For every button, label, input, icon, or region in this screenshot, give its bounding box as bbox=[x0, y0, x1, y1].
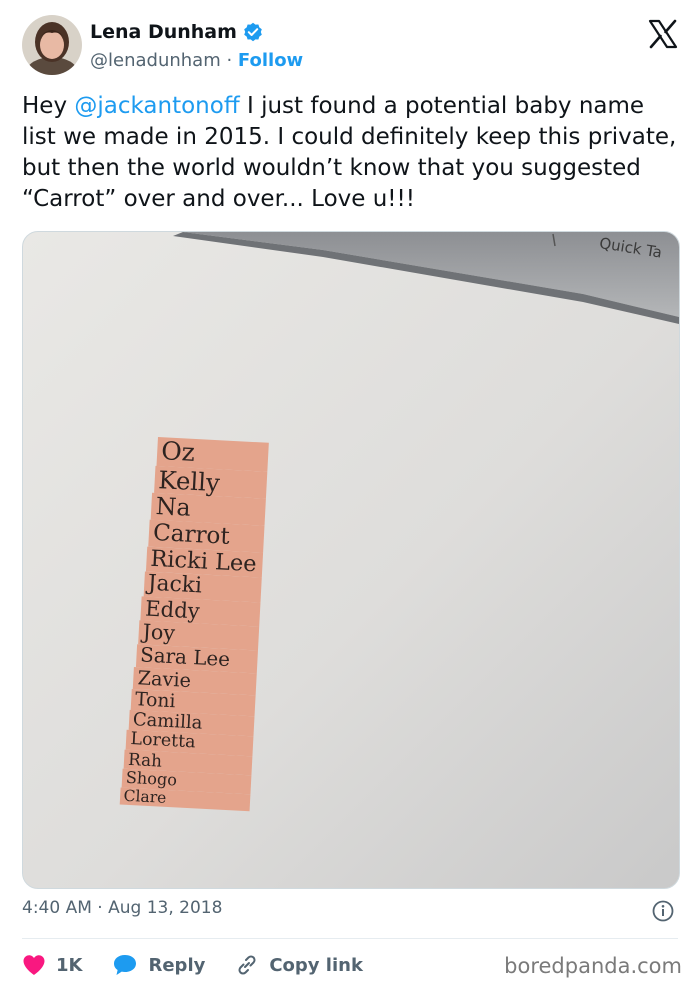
mention-link[interactable]: @jackantonoff bbox=[74, 93, 239, 119]
handle-row: @lenadunham · Follow bbox=[90, 50, 303, 71]
tweet-text: Hey @jackantonoff I just found a potenti… bbox=[22, 91, 682, 215]
tweet-date[interactable]: Aug 13, 2018 bbox=[108, 898, 222, 918]
author-handle[interactable]: @lenadunham bbox=[90, 50, 221, 71]
follow-button[interactable]: Follow bbox=[238, 50, 303, 71]
avatar[interactable] bbox=[22, 15, 82, 75]
tweet-photo[interactable]: Quick Ta Oz Kelly Na Carrot Ricki Lee Jacki Ed… bbox=[22, 231, 680, 889]
heart-icon bbox=[23, 955, 45, 975]
link-icon bbox=[238, 955, 256, 975]
copy-link-label: Copy link bbox=[269, 954, 363, 976]
tweet-text-start: Hey bbox=[22, 93, 75, 119]
like-button[interactable]: 1K bbox=[22, 954, 82, 976]
reply-button[interactable]: Reply bbox=[112, 953, 205, 977]
timestamp-separator: · bbox=[97, 898, 109, 918]
author-name[interactable]: Lena Dunham bbox=[90, 21, 237, 43]
name-list: Oz Kelly Na Carrot Ricki Lee Jacki Eddy Joy Sara… bbox=[119, 436, 269, 812]
reply-label: Reply bbox=[148, 954, 206, 976]
tweet-time[interactable]: 4:40 AM bbox=[22, 898, 92, 918]
author-name-row: Lena Dunham bbox=[90, 21, 263, 43]
divider bbox=[22, 938, 678, 939]
info-icon[interactable] bbox=[652, 900, 674, 922]
like-count: 1K bbox=[56, 954, 83, 976]
verified-badge-icon bbox=[244, 22, 262, 42]
tweet-header: Lena Dunham @lenadunham · Follow bbox=[22, 15, 682, 79]
timestamp-row: 4:40 AM · Aug 13, 2018 bbox=[22, 898, 678, 928]
separator: · bbox=[226, 50, 238, 71]
x-logo-icon[interactable] bbox=[648, 19, 678, 49]
avatar-image bbox=[22, 15, 82, 75]
watermark: boredpanda.com bbox=[504, 954, 682, 978]
reply-bubble-icon bbox=[114, 955, 137, 975]
copy-link-button[interactable]: Copy link bbox=[235, 953, 363, 977]
